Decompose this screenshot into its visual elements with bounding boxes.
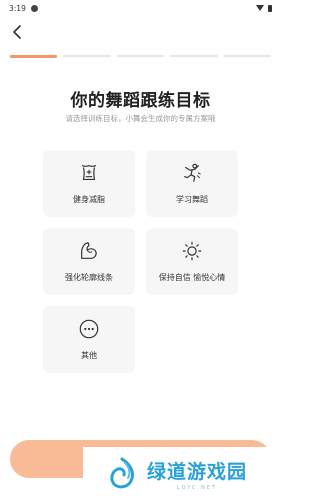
goal-card-confidence[interactable]: 保持自信 愉悦心情 — [146, 228, 238, 295]
step-progress — [10, 55, 272, 58]
status-time: 3:19 — [9, 3, 26, 13]
back-button[interactable] — [8, 22, 26, 42]
progress-segment — [10, 55, 58, 58]
goal-label: 健身减脂 — [73, 195, 105, 204]
watermark-logo-icon — [110, 457, 135, 488]
goal-label: 强化轮廓线条 — [65, 273, 113, 282]
goal-card-fat-loss[interactable]: 健身减脂 — [43, 150, 135, 217]
sun-icon — [180, 239, 204, 263]
goal-card-other[interactable]: 其他 — [43, 306, 135, 373]
page-title: 你的舞蹈跟练目标 — [70, 91, 211, 111]
flexed-arm-icon — [77, 239, 101, 263]
goal-label: 其他 — [81, 351, 97, 360]
page-subtitle: 请选择训练目标，小舞会生成你的专属方案哦 — [65, 114, 216, 123]
progress-segment — [170, 55, 218, 57]
watermark-title: 绿道游戏园 — [147, 460, 248, 483]
chevron-left-icon — [13, 25, 21, 39]
battery-icon — [268, 4, 272, 12]
progress-segment — [63, 55, 111, 57]
watermark: 绿道游戏园 LDYC.NET — [83, 447, 278, 500]
wifi-icon — [256, 5, 264, 11]
goal-card-body-shape[interactable]: 强化轮廓线条 — [43, 228, 135, 295]
progress-segment — [116, 55, 165, 57]
goal-label: 保持自信 愉悦心情 — [158, 273, 226, 282]
watermark-subtitle: LDYC.NET — [176, 484, 218, 491]
body-scale-icon — [77, 161, 101, 185]
status-bar: 3:19 — [0, 0, 281, 16]
notification-dot-icon — [30, 4, 38, 12]
more-dots-icon — [77, 317, 101, 341]
dancer-icon — [180, 161, 204, 185]
goal-label: 学习舞蹈 — [176, 195, 208, 204]
goal-card-learn-dance[interactable]: 学习舞蹈 — [146, 150, 238, 217]
progress-segment — [223, 55, 272, 57]
